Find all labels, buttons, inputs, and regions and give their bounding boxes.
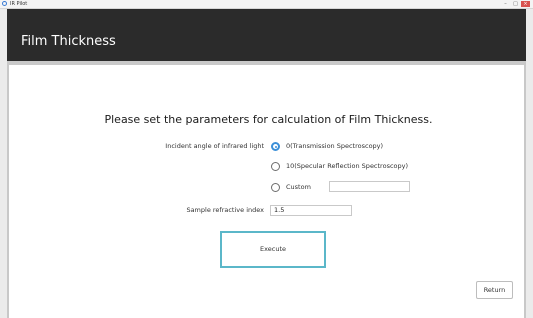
option-custom-label: Custom — [286, 183, 311, 191]
maximize-icon[interactable]: □ — [511, 1, 520, 7]
radio-transmission[interactable] — [271, 142, 280, 151]
close-icon[interactable]: × — [521, 1, 530, 7]
window-titlebar: IR Pilot – □ × — [0, 0, 533, 9]
refractive-index-label: Sample refractive index — [186, 206, 264, 214]
page-header: Film Thickness — [7, 9, 526, 61]
refractive-index-input[interactable]: 1.5 — [270, 205, 352, 216]
option-transmission-label: 0(Transmission Spectroscopy) — [286, 142, 384, 150]
custom-angle-input[interactable] — [329, 181, 410, 192]
window-title: IR Pilot — [10, 1, 28, 7]
option-specular-label: 10(Specular Reflection Spectroscopy) — [286, 162, 409, 170]
incident-angle-label: Incident angle of infrared light — [165, 142, 264, 150]
instruction-heading: Please set the parameters for calculatio… — [104, 113, 433, 126]
minimize-icon[interactable]: – — [501, 1, 510, 7]
radio-specular[interactable] — [271, 162, 280, 171]
radio-custom[interactable] — [271, 183, 280, 192]
main-panel: Please set the parameters for calculatio… — [7, 61, 526, 318]
page-title: Film Thickness — [21, 34, 116, 49]
app-icon — [2, 1, 7, 6]
execute-button[interactable]: Execute — [220, 231, 326, 268]
return-button[interactable]: Return — [476, 281, 513, 299]
window-controls: – □ × — [501, 1, 530, 7]
